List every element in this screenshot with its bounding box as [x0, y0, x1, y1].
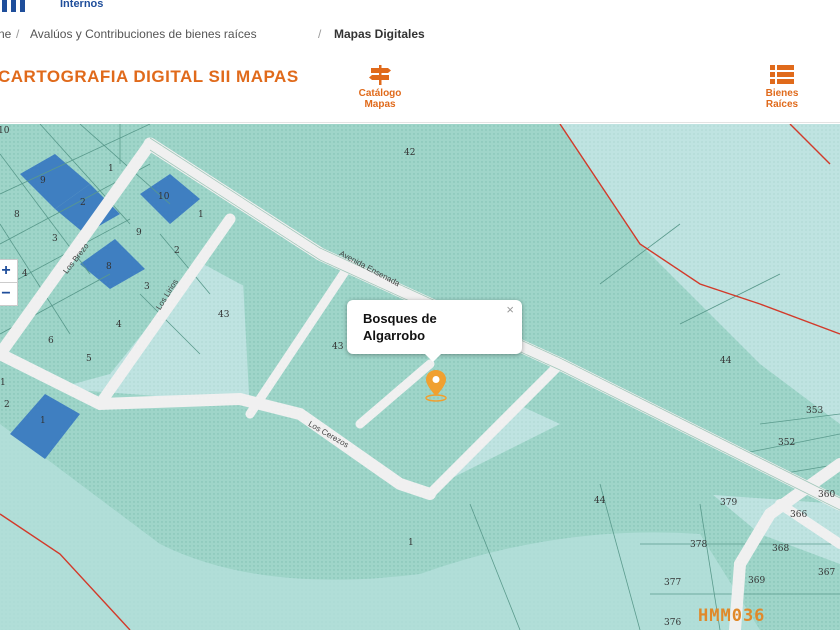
parcel-label: 2	[174, 246, 180, 256]
zoom-out-button[interactable]: −	[0, 282, 17, 305]
map-base	[0, 124, 840, 630]
catalog-line1: Catálogo	[358, 88, 402, 99]
popup-line1: Bosques de	[363, 311, 437, 326]
parcel-label: 10	[0, 126, 10, 136]
parcel-label: 2	[4, 400, 10, 410]
popup-line2: Algarrobo	[363, 328, 426, 343]
breadcrumb-separator: /	[16, 27, 20, 41]
parcel-label: 10	[158, 192, 170, 202]
page-header: CARTOGRAFIA DIGITAL SII MAPAS Catálogo M…	[0, 52, 840, 123]
parcel-label: 369	[748, 576, 766, 586]
parcel-label: 1	[0, 378, 6, 388]
popup-tail	[425, 354, 441, 362]
property-line2: Raíces	[765, 99, 799, 110]
zoom-control: + −	[0, 259, 18, 306]
breadcrumb-current: Mapas Digitales	[334, 27, 425, 41]
property-button[interactable]: Bienes Raíces	[752, 64, 812, 110]
breadcrumb-home[interactable]: ne	[0, 27, 11, 41]
zoom-in-button[interactable]: +	[0, 260, 17, 282]
parcel-label: 379	[720, 498, 738, 508]
sheet-code: HMM036	[698, 606, 766, 626]
parcel-label: 352	[778, 438, 796, 448]
parcel-label: 44	[720, 356, 732, 366]
parcel-label: 376	[664, 618, 682, 628]
parcel-label: 378	[690, 540, 708, 550]
parcel-label: 366	[790, 510, 808, 520]
parcel-label: 6	[48, 336, 54, 346]
page-title: CARTOGRAFIA DIGITAL SII MAPAS	[0, 67, 299, 86]
popup-text: Bosques de Algarrobo	[363, 310, 458, 344]
parcel-label: 5	[86, 354, 92, 364]
parcel-label: 353	[806, 406, 824, 416]
signpost-icon	[369, 65, 391, 85]
parcel-label: 43	[332, 342, 344, 352]
popup-close-button[interactable]: ×	[506, 302, 514, 317]
map-canvas[interactable]: 42 43 44 44 1 1 1 2 3 4 5 6 7 8 9 10 1 2…	[0, 124, 840, 630]
parcel-label: 8	[106, 262, 112, 272]
parcel-label: 360	[818, 490, 836, 500]
property-line1: Bienes	[765, 88, 799, 99]
parcel-label: 1	[198, 210, 204, 220]
parcel-label: 4	[116, 320, 122, 330]
parcel-label: 9	[40, 176, 46, 186]
list-icon	[770, 65, 794, 84]
parcel-label: 44	[594, 496, 606, 506]
parcel-label: 9	[136, 228, 142, 238]
location-pin-icon[interactable]	[422, 368, 450, 402]
catalog-maps-button[interactable]: Catálogo Mapas	[350, 64, 410, 110]
breadcrumb-item-avaluos[interactable]: Avalúos y Contribuciones de bienes raíce…	[30, 27, 257, 41]
parcel-label: 42	[404, 148, 416, 158]
parcel-label: 1	[40, 416, 46, 426]
location-popup: Bosques de Algarrobo ×	[347, 300, 522, 362]
top-bar: Internos	[0, 0, 840, 20]
catalog-line2: Mapas	[364, 99, 396, 110]
logo-text: Internos	[60, 0, 104, 10]
parcel-label: 377	[664, 578, 682, 588]
parcel-label: 3	[52, 234, 58, 244]
parcel-label: 2	[80, 198, 86, 208]
parcel-label: 8	[14, 210, 20, 220]
breadcrumb-separator: /	[318, 27, 322, 41]
breadcrumb: ne / Avalúos y Contribuciones de bienes …	[0, 24, 840, 46]
parcel-label: 1	[108, 164, 114, 174]
parcel-label: 1	[408, 538, 414, 548]
parcel-label: 3	[144, 282, 150, 292]
parcel-label: 4	[22, 269, 28, 279]
parcel-label: 43	[218, 310, 230, 320]
parcel-label: 368	[772, 544, 790, 554]
logo[interactable]	[2, 0, 32, 12]
parcel-label: 367	[818, 568, 836, 578]
